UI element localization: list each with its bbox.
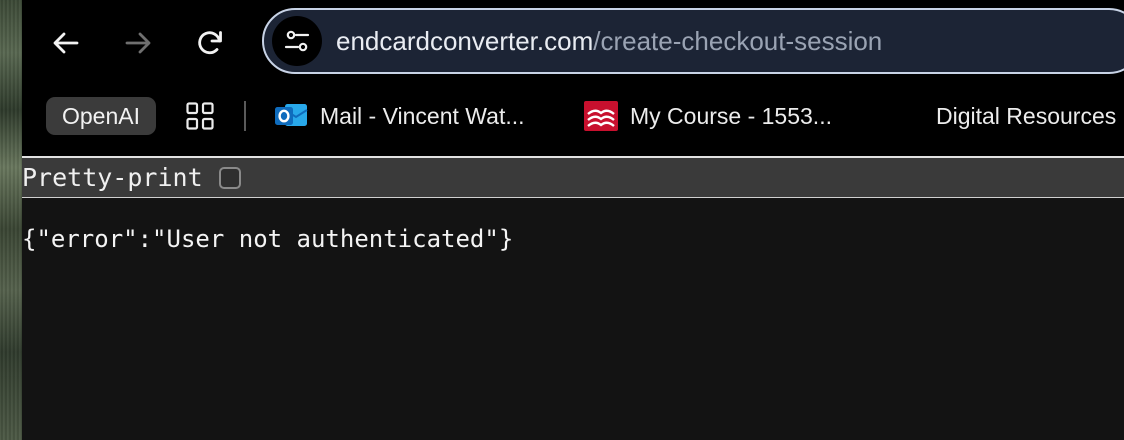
browser-toolbar: endcardconverter.com/create-checkout-ses… bbox=[22, 0, 1124, 86]
url-host: endcardconverter.com bbox=[336, 26, 594, 56]
bookmark-label: Digital Resources bbox=[936, 102, 1117, 129]
course-book-icon bbox=[584, 101, 618, 131]
page-content: Pretty-print {"error":"User not authenti… bbox=[22, 156, 1124, 440]
bookmark-openai[interactable]: OpenAI bbox=[46, 97, 156, 135]
pretty-print-label: Pretty-print bbox=[22, 163, 203, 192]
bookmark-label: My Course - 1553... bbox=[630, 102, 832, 129]
pretty-print-bar: Pretty-print bbox=[22, 156, 1124, 198]
json-response: {"error":"User not authenticated"} bbox=[22, 225, 514, 253]
bookmark-label: OpenAI bbox=[62, 102, 140, 129]
bookmark-digital-resources[interactable]: Digital Resources bbox=[936, 97, 1116, 135]
bookmarks-divider bbox=[244, 101, 246, 131]
screen: endcardconverter.com/create-checkout-ses… bbox=[0, 0, 1124, 440]
desktop-background bbox=[0, 0, 22, 440]
back-button[interactable] bbox=[45, 22, 87, 64]
bookmark-mail[interactable]: Mail - Vincent Wat... bbox=[274, 97, 525, 135]
forward-button[interactable] bbox=[117, 22, 159, 64]
bookmark-my-course[interactable]: My Course - 1553... bbox=[584, 97, 832, 135]
arrow-left-icon bbox=[53, 32, 79, 54]
url-path: /create-checkout-session bbox=[593, 26, 883, 56]
browser-window: endcardconverter.com/create-checkout-ses… bbox=[22, 0, 1124, 440]
outlook-icon bbox=[275, 104, 308, 126]
bookmark-apps[interactable] bbox=[182, 97, 218, 135]
apps-grid-icon bbox=[186, 102, 214, 130]
reload-button[interactable] bbox=[189, 22, 231, 64]
bookmark-label: Mail - Vincent Wat... bbox=[320, 102, 525, 129]
bookmarks-bar: OpenAI Mail - Vincent Wat... My Course -… bbox=[22, 86, 1124, 156]
site-info-button[interactable] bbox=[272, 16, 322, 66]
pretty-print-checkbox[interactable] bbox=[219, 167, 241, 189]
tune-icon bbox=[284, 30, 310, 52]
address-bar[interactable]: endcardconverter.com/create-checkout-ses… bbox=[262, 8, 1124, 74]
reload-icon bbox=[198, 31, 222, 55]
url-text: endcardconverter.com/create-checkout-ses… bbox=[336, 24, 882, 58]
arrow-right-icon bbox=[125, 32, 151, 54]
